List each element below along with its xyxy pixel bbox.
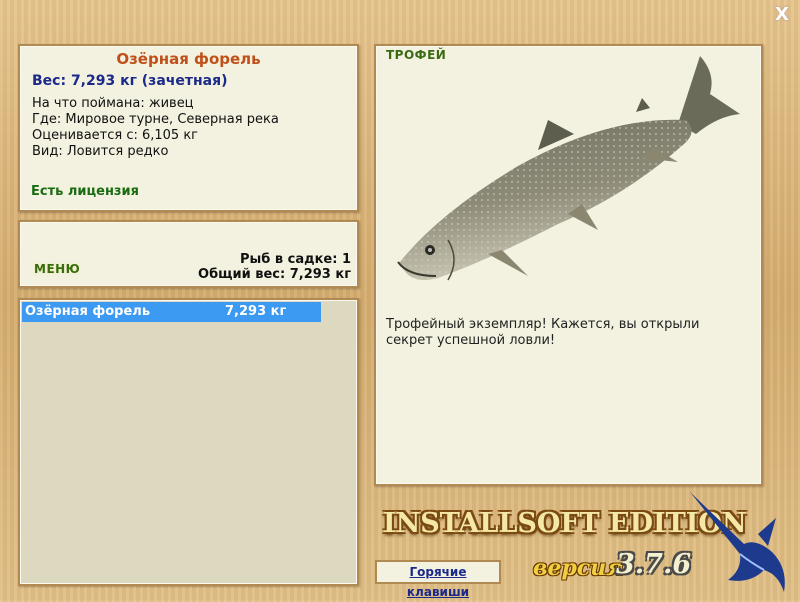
- trophy-description: Трофейный экземпляр! Кажется, вы открыли…: [386, 317, 700, 348]
- rated-from-text: Оценивается с: 6,105 кг: [32, 128, 199, 143]
- list-item-name: Озёрная форель: [25, 304, 151, 319]
- caught-on-text: На что поймана: живец: [32, 96, 194, 111]
- list-item[interactable]: Озёрная форель 7,293 кг: [22, 302, 321, 322]
- license-status: Есть лицензия: [31, 184, 139, 199]
- fish-image: [397, 56, 740, 281]
- hotkeys-button[interactable]: Горячие клавиши: [375, 560, 501, 599]
- list-item-weight: 7,293 кг: [225, 304, 287, 319]
- fish-name: Озёрная форель: [116, 50, 261, 68]
- location-text: Где: Мировое турне, Северная река: [32, 112, 279, 127]
- version-number: 3.7.6: [616, 549, 692, 580]
- version-label: версия: [533, 555, 624, 581]
- keepnet-panel: МЕНЮ Рыб в садке: 1 Общий вес: 7,293 кг: [18, 220, 359, 288]
- close-button[interactable]: X: [773, 6, 791, 24]
- trophy-panel: ТРОФЕЙ Трофейный экземпляр! Кажется, вы …: [374, 44, 763, 486]
- rarity-text: Вид: Ловится редко: [32, 144, 169, 159]
- marlin-icon: [690, 492, 785, 592]
- fish-weight: Вес: 7,293 кг (зачетная): [32, 73, 228, 89]
- total-weight: Общий вес: 7,293 кг: [198, 267, 351, 282]
- fish-count: Рыб в садке: 1: [239, 252, 351, 267]
- catch-list-panel: Озёрная форель 7,293 кг: [18, 298, 359, 586]
- fish-info-panel: Озёрная форель Вес: 7,293 кг (зачетная) …: [18, 44, 359, 212]
- menu-button[interactable]: МЕНЮ: [34, 262, 80, 276]
